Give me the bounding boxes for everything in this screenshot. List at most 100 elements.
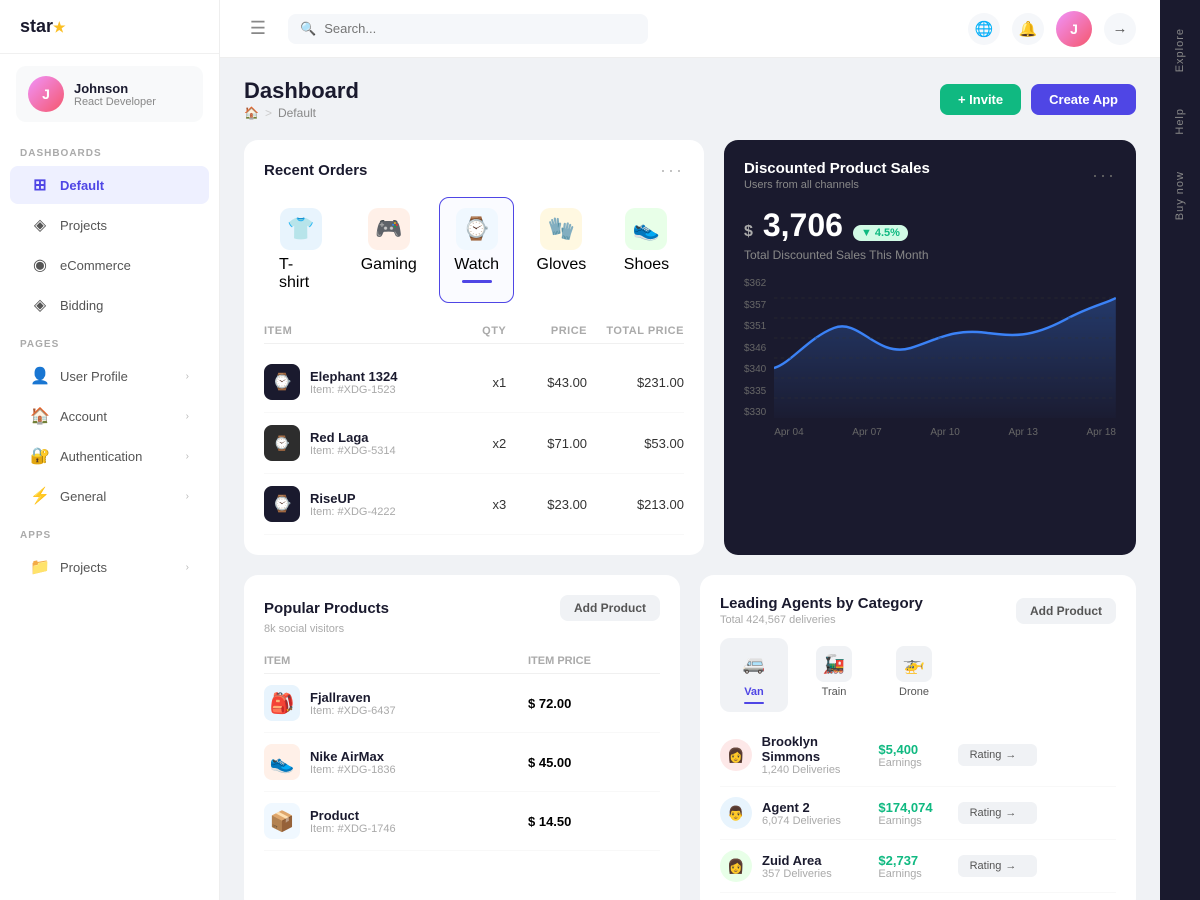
sidebar-item-label: User Profile: [60, 369, 128, 384]
growth-badge: ▼ 4.5%: [853, 225, 908, 241]
globe-icon[interactable]: 🌐: [968, 13, 1000, 45]
notification-icon[interactable]: 🔔: [1012, 13, 1044, 45]
sidebar-item-user-profile[interactable]: 👤 User Profile ›: [10, 357, 209, 395]
item-id: Item: #XDG-5314: [310, 445, 396, 457]
sidebar-user[interactable]: J Johnson React Developer: [16, 66, 203, 122]
tab-watch[interactable]: ⌚ Watch: [439, 197, 513, 303]
avatar: J: [28, 76, 64, 112]
topbar: ☰ 🔍 🌐 🔔 J →: [220, 0, 1160, 58]
folder-icon: 📁: [30, 557, 50, 577]
card-menu-icon[interactable]: ···: [660, 160, 684, 181]
create-app-button[interactable]: Create App: [1031, 84, 1136, 115]
price-cell: $23.00: [506, 497, 587, 512]
user-role: React Developer: [74, 96, 156, 108]
tab-tshirt[interactable]: 👕 T-shirt: [264, 197, 338, 303]
agent-earnings-group: $174,074 Earnings: [878, 800, 957, 827]
chart-x-labels: Apr 04 Apr 07 Apr 10 Apr 13 Apr 18: [774, 423, 1116, 438]
tab-train[interactable]: 🚂 Train: [800, 638, 868, 712]
search-input[interactable]: [324, 21, 636, 36]
col-price: PRICE: [506, 325, 587, 337]
table-row: 👨 Agent 2 6,074 Deliveries $174,074 Earn…: [720, 787, 1116, 840]
right-panel: Explore Help Buy now: [1160, 0, 1200, 900]
collapse-button[interactable]: ☰: [244, 15, 272, 43]
shoes-icon: 👟: [625, 208, 667, 250]
tab-gaming[interactable]: 🎮 Gaming: [346, 197, 431, 303]
sidebar-item-label: Bidding: [60, 298, 103, 313]
earnings-label: Earnings: [878, 868, 957, 880]
sidebar-item-account[interactable]: 🏠 Account ›: [10, 397, 209, 435]
card-menu-icon[interactable]: ···: [1092, 165, 1116, 186]
tab-gloves-label: Gloves: [537, 256, 587, 274]
table-row: ⌚ Elephant 1324 Item: #XDG-1523 x1 $43.0…: [264, 352, 684, 413]
agent-details: Brooklyn Simmons 1,240 Deliveries: [762, 734, 879, 776]
popular-table-header: ITEM ITEM PRICE: [264, 649, 660, 674]
popular-header: Popular Products Add Product: [264, 595, 660, 621]
invite-button[interactable]: + Invite: [940, 84, 1021, 115]
rating-button[interactable]: Rating →: [958, 802, 1037, 824]
table-row: ⌚ RiseUP Item: #XDG-4222 x3 $23.00 $213.…: [264, 474, 684, 535]
leading-agents-card: Leading Agents by Category Total 424,567…: [700, 575, 1136, 900]
tab-gloves[interactable]: 🧤 Gloves: [522, 197, 601, 303]
total-cell: $213.00: [587, 497, 684, 512]
col-total: TOTAL PRICE: [587, 325, 684, 337]
sidebar-item-default[interactable]: ⊞ Default: [10, 166, 209, 204]
home-icon: 🏠: [244, 106, 259, 120]
search-icon: 🔍: [300, 21, 316, 37]
sidebar-item-app-projects[interactable]: 📁 Projects ›: [10, 548, 209, 586]
rating-button[interactable]: Rating →: [958, 744, 1037, 766]
add-product-button[interactable]: Add Product: [560, 595, 660, 621]
orders-table-header: ITEM QTY PRICE TOTAL PRICE: [264, 319, 684, 344]
help-button[interactable]: Help: [1170, 100, 1190, 143]
explore-button[interactable]: Explore: [1170, 20, 1190, 80]
sidebar-item-label: Projects: [60, 218, 107, 233]
item-id: Item: #XDG-1836: [310, 764, 396, 776]
user-avatar-topbar[interactable]: J: [1056, 11, 1092, 47]
discounted-sales-card: Discounted Product Sales Users from all …: [724, 140, 1136, 555]
sidebar-item-bidding[interactable]: ◈ Bidding: [10, 286, 209, 324]
breadcrumb: 🏠 > Default: [244, 106, 359, 120]
agent-earnings-group: $2,737 Earnings: [878, 853, 957, 880]
tab-van[interactable]: 🚐 Van: [720, 638, 788, 712]
chevron-down-icon: ›: [186, 562, 189, 573]
sidebar-item-authentication[interactable]: 🔐 Authentication ›: [10, 437, 209, 475]
item-name: Elephant 1324: [310, 369, 397, 384]
arrow-right-icon[interactable]: →: [1104, 13, 1136, 45]
topbar-right: 🌐 🔔 J →: [968, 11, 1136, 47]
buy-now-button[interactable]: Buy now: [1170, 163, 1190, 228]
item-details: RiseUP Item: #XDG-4222: [310, 491, 396, 518]
grid-icon: ⊞: [30, 175, 50, 195]
table-row: 👩 Zuid Area 357 Deliveries $2,737 Earnin…: [720, 840, 1116, 893]
popular-title: Popular Products: [264, 600, 389, 617]
page-title: Dashboard: [244, 78, 359, 104]
tab-drone[interactable]: 🚁 Drone: [880, 638, 948, 712]
agent-name: Agent 2: [762, 800, 841, 815]
sidebar-item-projects[interactable]: ◈ Projects: [10, 206, 209, 244]
table-row: 👩 Brooklyn Simmons 1,240 Deliveries $5,4…: [720, 724, 1116, 787]
sidebar-item-ecommerce[interactable]: ◉ eCommerce: [10, 246, 209, 284]
train-icon: 🚂: [816, 646, 852, 682]
line-chart: [774, 278, 1116, 418]
agent-info: 👩 Brooklyn Simmons 1,240 Deliveries: [720, 734, 878, 776]
sidebar-item-general[interactable]: ⚡ General ›: [10, 477, 209, 515]
chevron-down-icon: ›: [186, 451, 189, 462]
currency-symbol: $: [744, 223, 753, 241]
tab-shoes[interactable]: 👟 Shoes: [609, 197, 684, 303]
table-row: ⌚ Red Laga Item: #XDG-5314 x2 $71.00 $53…: [264, 413, 684, 474]
rating-button[interactable]: Rating →: [958, 855, 1037, 877]
total-cell: $231.00: [587, 375, 684, 390]
list-item: 📦 Product Item: #XDG-1746 $ 14.50: [264, 792, 660, 851]
agent-info: 👩 Zuid Area 357 Deliveries: [720, 850, 878, 882]
item-thumbnail: ⌚: [264, 486, 300, 522]
search-bar[interactable]: 🔍: [288, 14, 648, 44]
item-details: Product Item: #XDG-1746: [310, 808, 396, 835]
agent-name: Brooklyn Simmons: [762, 734, 879, 764]
add-product-agents-button[interactable]: Add Product: [1016, 598, 1116, 624]
tab-active-indicator: [462, 280, 492, 283]
rating-label: Rating: [970, 749, 1002, 761]
popular-products-card: Popular Products Add Product 8k social v…: [244, 575, 680, 900]
gloves-icon: 🧤: [540, 208, 582, 250]
col-item: ITEM: [264, 325, 426, 337]
discounted-sales-header: Discounted Product Sales Users from all …: [744, 160, 1116, 191]
arrow-icon: →: [1005, 749, 1016, 761]
sidebar-item-label: eCommerce: [60, 258, 131, 273]
